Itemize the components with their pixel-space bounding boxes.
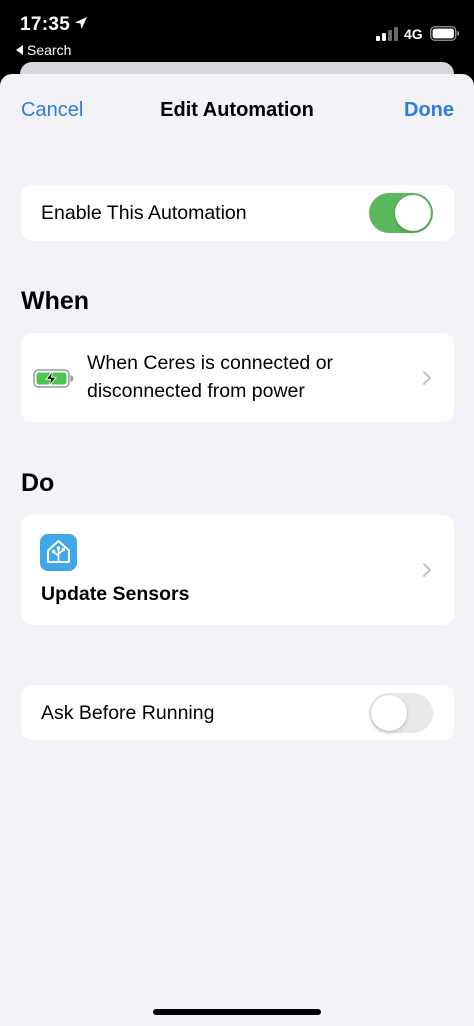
chevron-right-icon (423, 563, 431, 577)
trigger-row[interactable]: When Ceres is connected or disconnected … (21, 333, 454, 422)
when-section-header: When (21, 287, 90, 315)
back-to-app-link[interactable]: Search (16, 42, 71, 58)
navigation-bar: Cancel Edit Automation Done (0, 74, 474, 148)
toggle-knob (395, 195, 431, 231)
battery-charging-icon (33, 369, 74, 388)
ask-before-running-row: Ask Before Running (21, 685, 454, 740)
action-label: Update Sensors (41, 583, 190, 605)
status-bar: 17:35 Search 4G (0, 0, 474, 62)
ask-before-running-toggle[interactable] (369, 693, 433, 733)
status-time: 17:35 (20, 14, 71, 35)
enable-automation-label: Enable This Automation (41, 202, 247, 224)
screen: 17:35 Search 4G Cancel Edit Automation D… (0, 0, 474, 1026)
enable-automation-toggle[interactable] (369, 193, 433, 233)
trigger-text-line1: When Ceres is connected or (87, 352, 334, 374)
chevron-right-icon (423, 371, 431, 385)
action-row[interactable]: Update Sensors (21, 515, 454, 625)
page-title: Edit Automation (160, 99, 314, 121)
signal-bars-icon (376, 27, 398, 41)
trigger-text-line2: disconnected from power (87, 380, 305, 402)
ask-before-running-label: Ask Before Running (41, 702, 215, 724)
done-button[interactable]: Done (404, 99, 454, 122)
location-arrow-icon (75, 17, 87, 29)
home-assistant-icon (40, 534, 77, 571)
battery-icon (430, 26, 460, 41)
back-app-label: Search (27, 42, 72, 58)
network-type: 4G (404, 26, 423, 42)
edit-automation-sheet: Cancel Edit Automation Done Enable This … (0, 74, 474, 1026)
back-triangle-icon (16, 45, 23, 55)
toggle-knob (371, 695, 407, 731)
home-indicator[interactable] (153, 1009, 321, 1015)
enable-automation-row: Enable This Automation (21, 185, 454, 241)
do-section-header: Do (21, 469, 55, 497)
